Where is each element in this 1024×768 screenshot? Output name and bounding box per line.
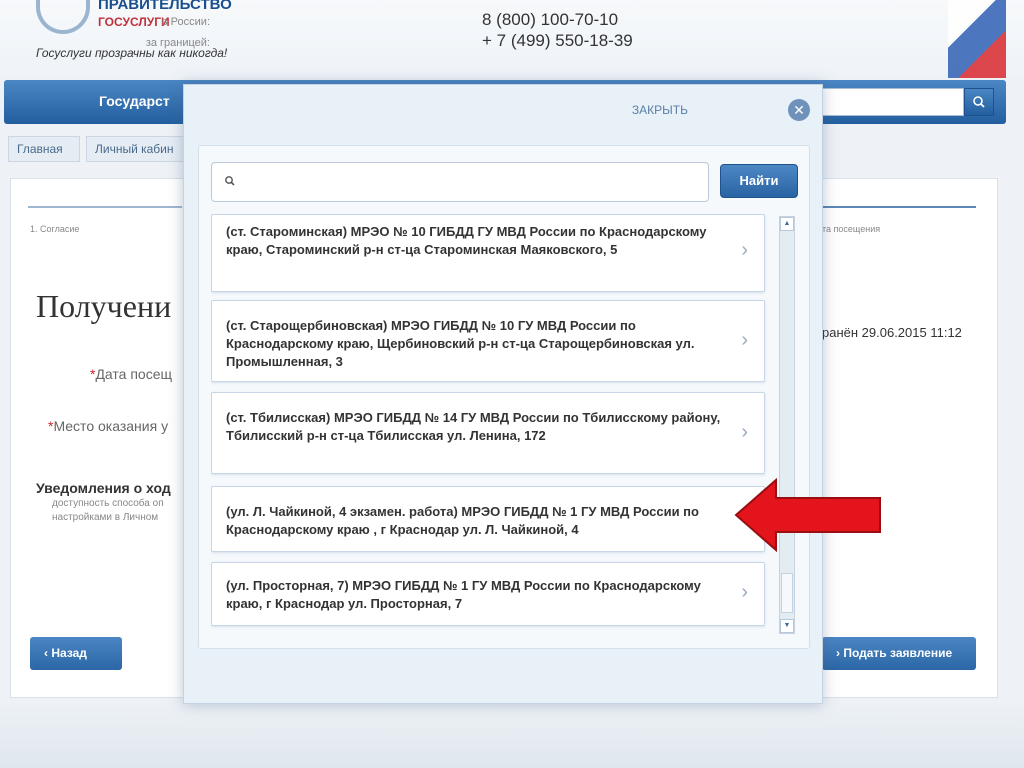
list-item-text: (ст. Старощербиновская) МРЭО ГИБДД № 10 … bbox=[226, 318, 695, 369]
find-button[interactable]: Найти bbox=[720, 164, 798, 198]
list-item-text: (ул. Просторная, 7) МРЭО ГИБДД № 1 ГУ МВ… bbox=[226, 578, 701, 611]
breadcrumb-home[interactable]: Главная bbox=[8, 136, 80, 162]
site-header: ПРАВИТЕЛЬСТВО ГОСУСЛУГИ Госуслуги прозра… bbox=[0, 0, 1024, 78]
notifications-description: настройками в Личном bbox=[52, 512, 159, 523]
list-item[interactable]: (ст. Старощербиновская) МРЭО ГИБДД № 10 … bbox=[211, 300, 765, 382]
phone-russia-number: 8 (800) 100-70-10 bbox=[482, 10, 619, 29]
chevron-right-icon: › bbox=[741, 581, 748, 603]
list-item-highlighted[interactable]: (ул. Л. Чайкиной, 4 экзамен. работа) МРЭ… bbox=[211, 486, 765, 552]
visit-date-label: *Дата посещ bbox=[90, 366, 172, 382]
chevron-right-icon: › bbox=[741, 239, 748, 261]
list-item-text: (ст. Староминская) МРЭО № 10 ГИБДД ГУ МВ… bbox=[226, 224, 707, 257]
submit-application-button[interactable]: › Подать заявление bbox=[822, 637, 976, 670]
search-icon bbox=[225, 176, 235, 186]
list-item[interactable]: (ст. Тбилисская) МРЭО ГИБДД № 14 ГУ МВД … bbox=[211, 392, 765, 474]
service-place-label: *Место оказания у bbox=[48, 418, 168, 434]
draft-saved-status: ранён 29.06.2015 11:12 bbox=[822, 325, 962, 340]
visit-date-label-text: Дата посещ bbox=[95, 366, 173, 382]
list-item-text: (ул. Л. Чайкиной, 4 экзамен. работа) МРЭ… bbox=[226, 504, 699, 537]
step-label-visit-date: та посещения bbox=[822, 224, 881, 234]
chevron-right-icon: › bbox=[741, 329, 748, 351]
place-select-modal: ЗАКРЫТЬ ✕ Найти (ст. Староминская) МРЭО … bbox=[183, 84, 823, 704]
scrollbar-thumb[interactable] bbox=[781, 573, 793, 613]
list-item[interactable]: (ул. Просторная, 7) МРЭО ГИБДД № 1 ГУ МВ… bbox=[211, 562, 765, 626]
step-progress-line-active bbox=[822, 206, 976, 208]
close-icon[interactable]: ✕ bbox=[788, 99, 810, 121]
list-scrollbar[interactable]: ▲ ▼ bbox=[779, 216, 795, 634]
russian-flag-decoration bbox=[948, 0, 1006, 78]
red-pointer-arrow-icon bbox=[734, 478, 881, 552]
step-progress-line bbox=[28, 206, 182, 208]
logo-title[interactable]: ПРАВИТЕЛЬСТВО bbox=[98, 0, 232, 13]
office-list: (ст. Староминская) МРЭО № 10 ГИБДД ГУ МВ… bbox=[211, 214, 769, 630]
footer-decoration bbox=[0, 700, 1024, 768]
scroll-up-icon[interactable]: ▲ bbox=[780, 217, 794, 231]
service-place-label-text: Место оказания у bbox=[53, 418, 169, 434]
step-label-consent: 1. Согласие bbox=[30, 224, 80, 234]
nav-search-input[interactable] bbox=[808, 88, 964, 116]
breadcrumb-cabinet[interactable]: Личный кабин bbox=[86, 136, 184, 162]
list-item-text: (ст. Тбилисская) МРЭО ГИБДД № 14 ГУ МВД … bbox=[226, 410, 721, 443]
phone-russia-label: в России: bbox=[161, 16, 210, 28]
page-title: Получени bbox=[36, 288, 172, 324]
submit-button-label: Подать заявление bbox=[843, 646, 953, 660]
notifications-description: доступность способа оп bbox=[52, 498, 164, 509]
phone-abroad-label: за границей: bbox=[145, 37, 210, 49]
modal-search-input[interactable] bbox=[246, 171, 696, 193]
nav-item-state[interactable]: Государст bbox=[99, 93, 170, 109]
chevron-right-icon: › bbox=[741, 421, 748, 443]
logo-subtitle[interactable]: ГОСУСЛУГИ bbox=[98, 15, 170, 29]
nav-search-button[interactable] bbox=[964, 88, 994, 116]
gosuslugi-logo-icon[interactable] bbox=[36, 0, 90, 34]
list-item[interactable]: (ст. Староминская) МРЭО № 10 ГИБДД ГУ МВ… bbox=[211, 214, 765, 292]
scroll-down-icon[interactable]: ▼ bbox=[780, 619, 794, 633]
modal-content: Найти (ст. Староминская) МРЭО № 10 ГИБДД… bbox=[198, 145, 810, 649]
modal-search-box[interactable] bbox=[211, 162, 709, 202]
phone-abroad-number: + 7 (499) 550-18-39 bbox=[482, 31, 633, 50]
search-icon bbox=[973, 96, 985, 108]
close-label[interactable]: ЗАКРЫТЬ bbox=[632, 103, 688, 117]
back-button-label: Назад bbox=[51, 646, 87, 660]
notifications-title: Уведомления о ход bbox=[36, 480, 171, 496]
back-button[interactable]: ‹ Назад bbox=[30, 637, 122, 670]
